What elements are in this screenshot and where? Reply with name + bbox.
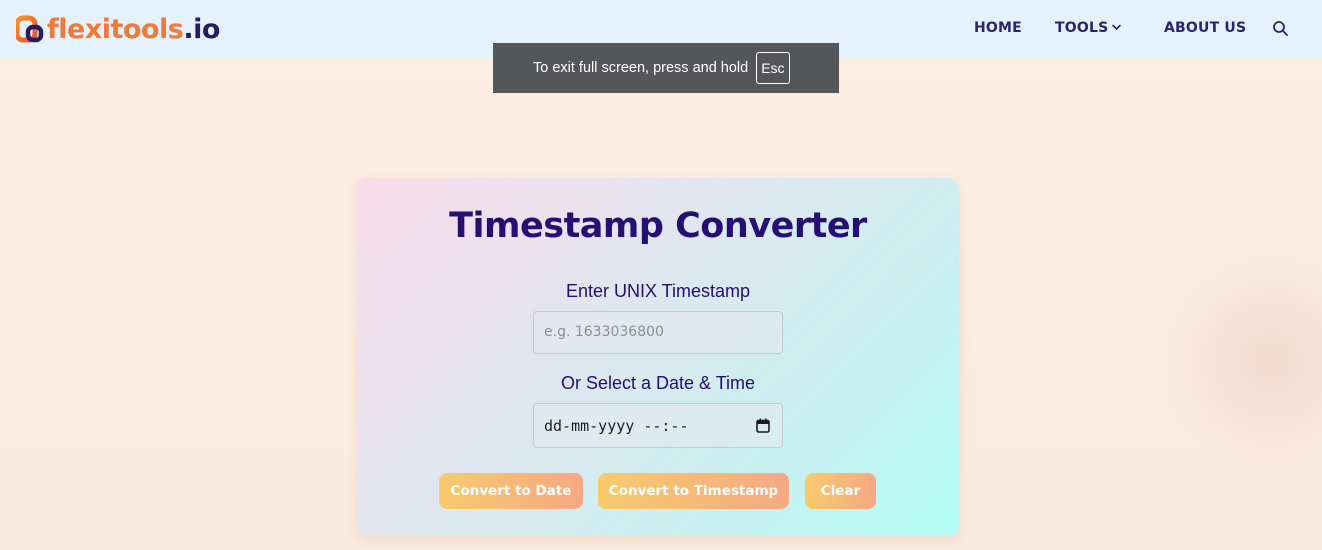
convert-to-timestamp-button[interactable]: Convert to Timestamp	[598, 473, 789, 509]
fullscreen-notice-text: To exit full screen, press and hold	[533, 60, 749, 76]
fullscreen-exit-notice: To exit full screen, press and hold Esc	[493, 43, 839, 93]
clear-button[interactable]: Clear	[805, 473, 876, 509]
unix-timestamp-input[interactable]: e.g. 1633036800	[533, 311, 783, 354]
nav-about-us[interactable]: ABOUT US	[1164, 20, 1246, 36]
esc-key-badge: Esc	[756, 52, 790, 84]
date-time-label: Or Select a Date & Time	[560, 373, 756, 393]
date-time-input[interactable]: dd-mm-yyyy --:--	[533, 403, 783, 448]
timestamp-converter-card: Timestamp Converter Enter UNIX Timestamp…	[357, 178, 959, 536]
calendar-icon[interactable]	[756, 418, 770, 433]
nav-home[interactable]: HOME	[974, 20, 1022, 36]
unix-timestamp-label: Enter UNIX Timestamp	[565, 281, 751, 301]
nav-tools[interactable]: TOOLS	[1055, 20, 1108, 36]
date-time-value: dd-mm-yyyy --:--	[544, 417, 689, 435]
chevron-down-icon[interactable]	[1111, 22, 1122, 33]
convert-to-date-button[interactable]: Convert to Date	[439, 473, 583, 509]
converter-title: Timestamp Converter	[449, 206, 867, 246]
background-glow	[1162, 250, 1322, 470]
search-icon[interactable]	[1272, 20, 1289, 37]
